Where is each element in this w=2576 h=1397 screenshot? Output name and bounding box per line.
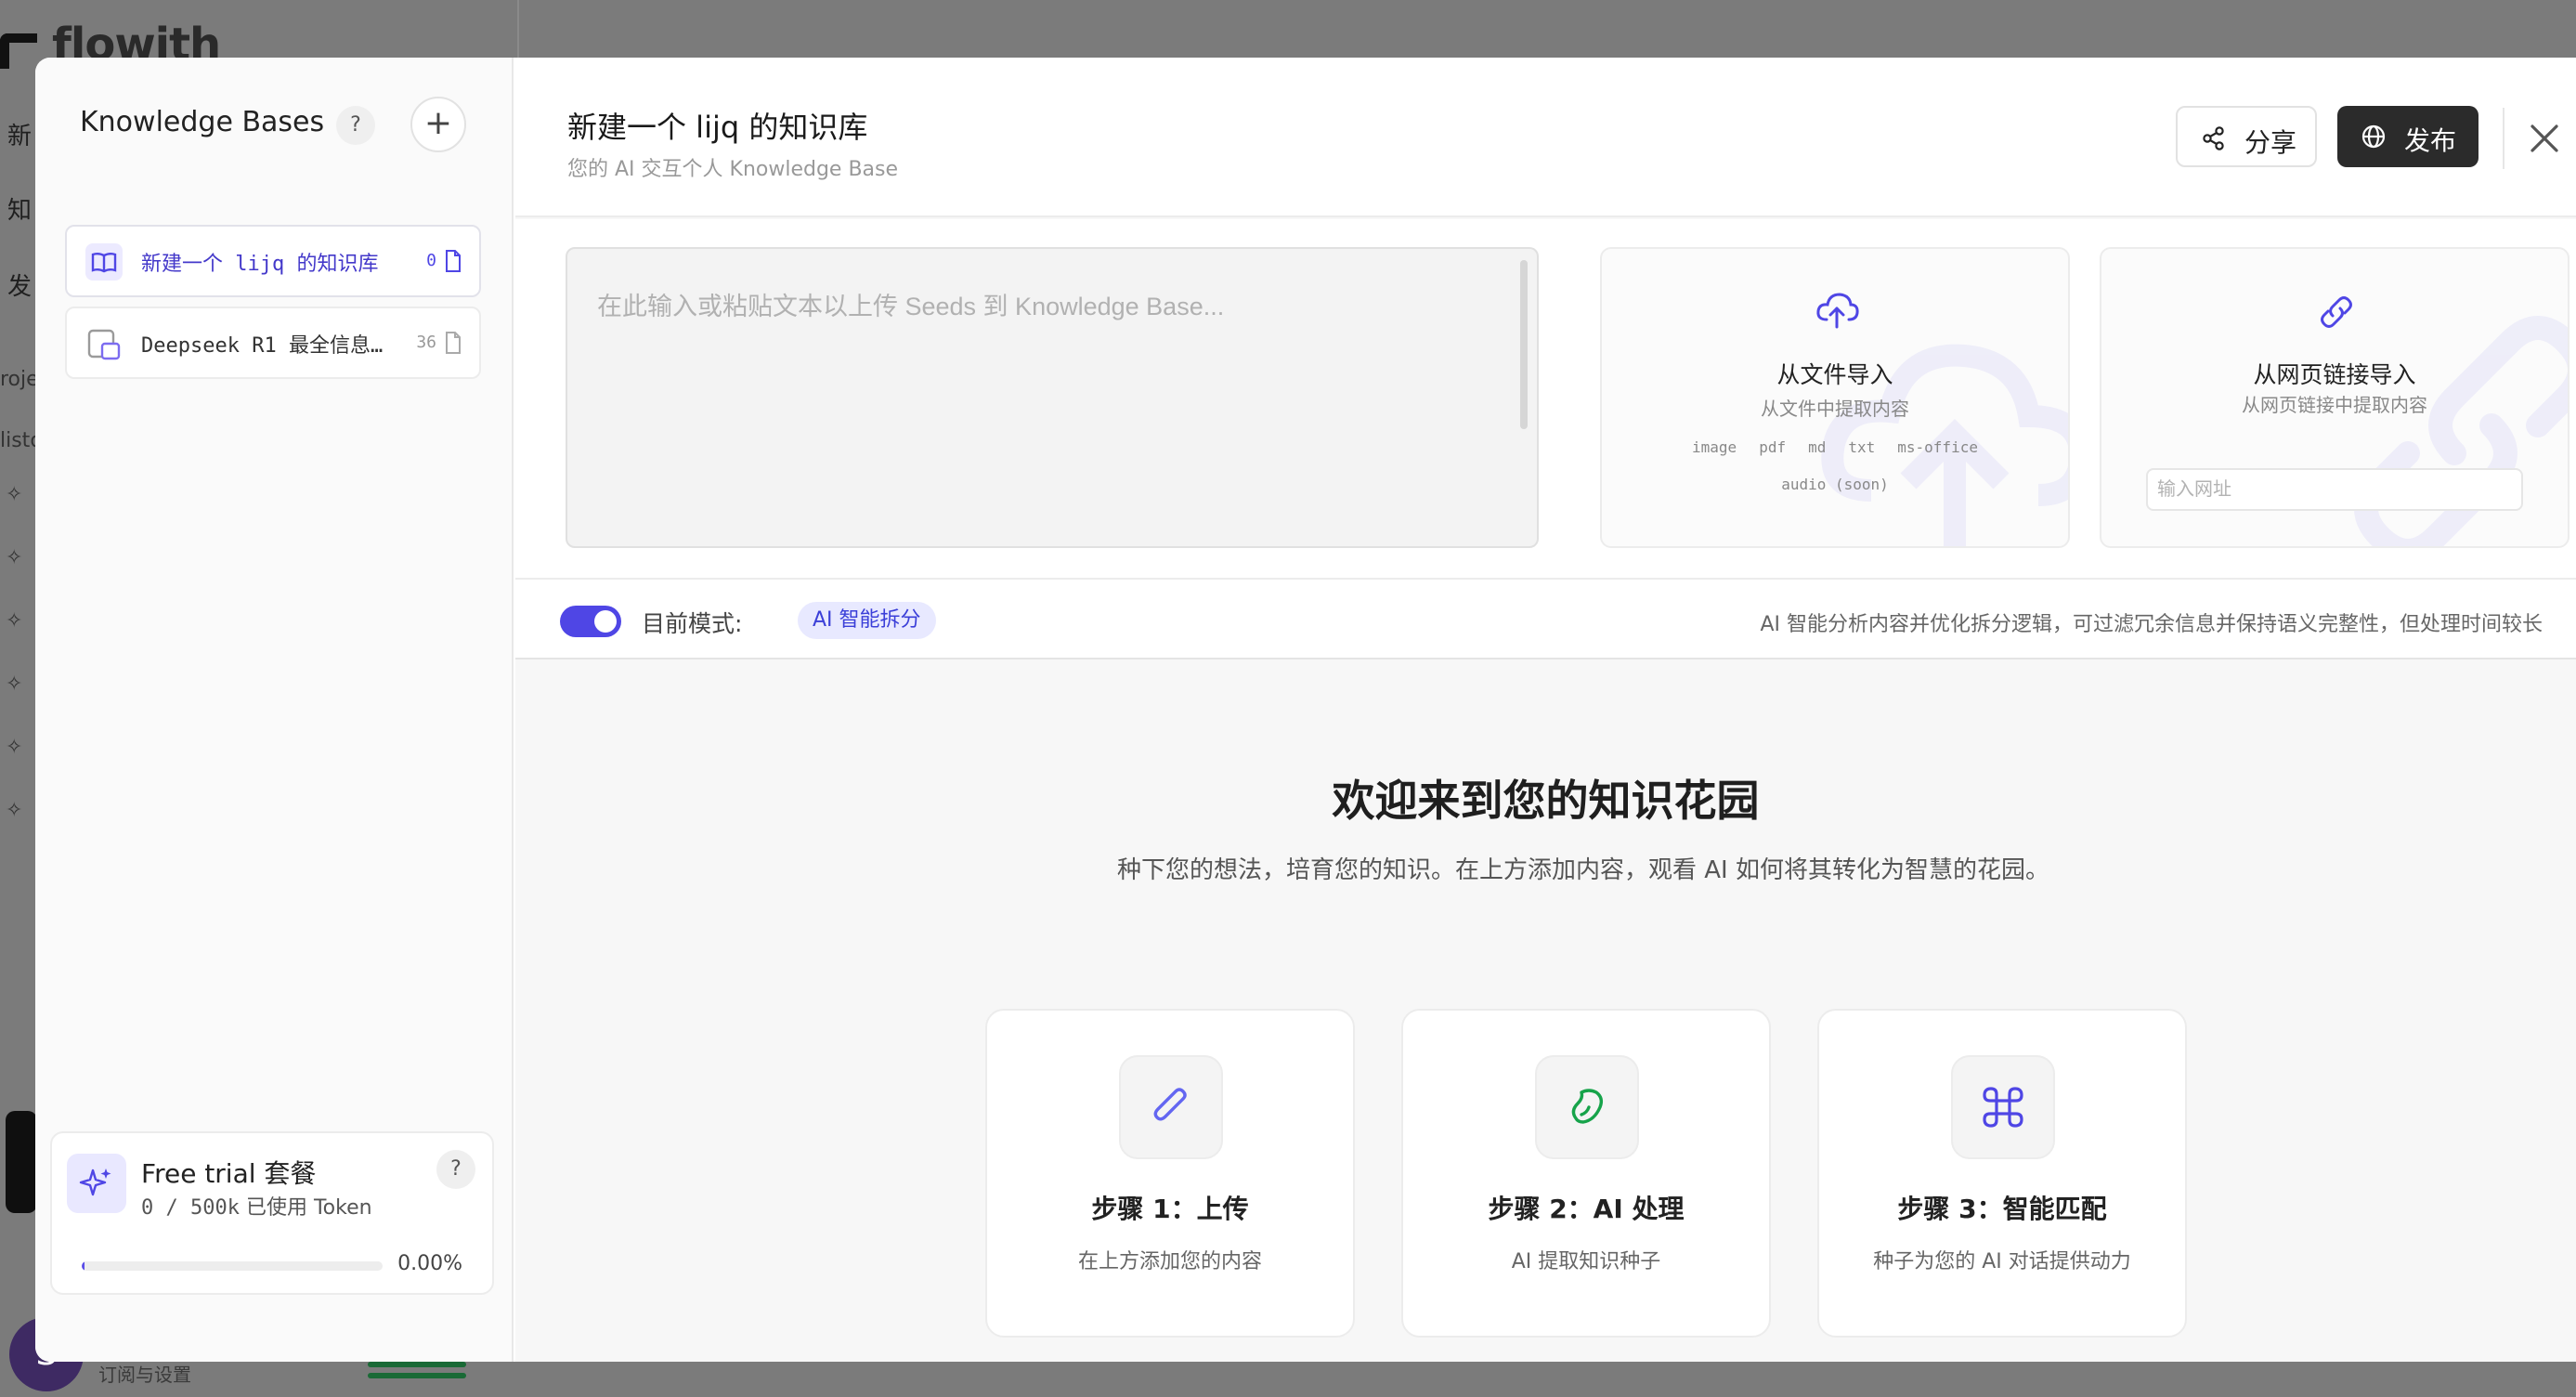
- file-format: pdf: [1759, 438, 1787, 456]
- header-divider: [2503, 108, 2504, 169]
- step-card-ai-processing: 步骤 2：AI 处理 AI 提取知识种子: [1401, 1009, 1771, 1338]
- sparkle-icon: ✧: [6, 546, 23, 569]
- close-icon[interactable]: [2521, 115, 2568, 162]
- page-title: 新建一个 lijq 的知识库: [567, 110, 868, 145]
- mode-bar: 目前模式: AI 智能拆分 AI 智能分析内容并优化拆分逻辑，可过滤冗余信息并保…: [515, 578, 2576, 659]
- kb-list-item[interactable]: 新建一个 lijq 的知识库 0: [65, 225, 481, 297]
- sparkle-icon: [67, 1154, 126, 1213]
- kb-item-name: 新建一个 lijq 的知识库: [141, 253, 379, 276]
- plan-title: Free trial 套餐: [141, 1158, 317, 1189]
- background-nav-item: 知: [7, 197, 33, 225]
- file-import-subtitle: 从文件中提取内容: [1761, 398, 1909, 420]
- file-import-title: 从文件导入: [1776, 361, 1893, 388]
- url-import-subtitle: 从网页链接中提取内容: [2242, 394, 2427, 416]
- usage-percent: 0.00%: [397, 1252, 462, 1275]
- token-usage: 0 / 500k 已使用 Token: [141, 1191, 372, 1221]
- file-format-list: image pdf md txt ms-office: [1602, 438, 2068, 456]
- book-open-icon: [85, 243, 123, 281]
- mode-toggle[interactable]: [560, 606, 621, 637]
- document-icon: [444, 331, 462, 355]
- file-format-soon: audio (soon): [1781, 476, 1889, 493]
- kb-item-count: 0: [426, 251, 436, 270]
- sidebar-title: Knowledge Bases: [80, 106, 325, 138]
- background-section-label: roje: [0, 368, 39, 391]
- cloud-upload-icon: [1814, 290, 1860, 331]
- usage-progress-bar: [82, 1261, 383, 1271]
- paperclip-icon: [1119, 1055, 1223, 1159]
- kb-item-count: 36: [416, 333, 436, 352]
- cloud-upload-watermark-icon: [1821, 344, 2068, 546]
- mode-label: 目前模式:: [642, 610, 743, 637]
- document-icon: [444, 249, 462, 273]
- sparkle-icon: ✧: [6, 736, 23, 759]
- share-icon: [2200, 124, 2228, 152]
- step-description: 在上方添加您的内容: [1077, 1250, 1262, 1273]
- step-description: AI 提取知识种子: [1511, 1250, 1661, 1273]
- kb-item-name: Deepseek R1 最全信息汇总: [141, 334, 390, 358]
- file-import-card[interactable]: 从文件导入 从文件中提取内容 image pdf md txt ms-office au…: [1600, 247, 2070, 548]
- kb-item-icon: [85, 325, 123, 362]
- sparkle-icon: ✧: [6, 672, 23, 696]
- mode-description: AI 智能分析内容并优化拆分逻辑，可过滤冗余信息并保持语义完整性，但处理时间较长: [1760, 613, 2543, 636]
- usage-progress-fill: [82, 1261, 85, 1271]
- file-format: md: [1808, 438, 1827, 456]
- sparkle-icon: ✧: [6, 483, 23, 506]
- help-icon[interactable]: ?: [336, 106, 375, 145]
- file-format: image: [1692, 438, 1737, 456]
- textarea-scrollbar[interactable]: [1520, 260, 1528, 429]
- token-usage-value: 0 / 500k: [141, 1196, 240, 1220]
- background-footer-text: 订阅与设置: [98, 1364, 191, 1386]
- sparkle-icon: ✧: [6, 799, 23, 822]
- url-input[interactable]: [2146, 468, 2523, 511]
- step-title: 步骤 2：AI 处理: [1488, 1194, 1685, 1224]
- link-icon: [2313, 292, 2360, 333]
- add-kb-button[interactable]: +: [410, 97, 466, 152]
- token-usage-suffix: 已使用 Token: [239, 1196, 372, 1220]
- kb-list-item[interactable]: Deepseek R1 最全信息汇总 36: [65, 307, 481, 379]
- background-panel: [6, 1111, 37, 1213]
- step-card-smart-match: 步骤 3：智能匹配 种子为您的 AI 对话提供动力: [1817, 1009, 2187, 1338]
- command-icon: [1951, 1055, 2055, 1159]
- globe-icon: [2360, 123, 2387, 150]
- kb-sidebar: Knowledge Bases ? + 新建一个 lijq 的知识库 0 Dee…: [35, 58, 514, 1362]
- file-format: txt: [1848, 438, 1876, 456]
- url-import-card: 从网页链接导入 从网页链接中提取内容: [2100, 247, 2569, 548]
- kb-header: 新建一个 lijq 的知识库 您的 AI 交互个人 Knowledge Base…: [515, 58, 2576, 217]
- share-button[interactable]: 分享: [2176, 106, 2317, 167]
- step-title: 步骤 3：智能匹配: [1897, 1194, 2107, 1224]
- toggle-knob: [594, 610, 617, 633]
- background-bars: [368, 1362, 466, 1384]
- page-subtitle: 您的 AI 交互个人 Knowledge Base: [567, 158, 899, 181]
- background-divider: [517, 0, 519, 58]
- content-input-zone: 从文件导入 从文件中提取内容 image pdf md txt ms-office au…: [515, 219, 2576, 633]
- sparkle-icon: ✧: [6, 609, 23, 633]
- seed-text-input[interactable]: [566, 247, 1539, 548]
- background-nav-item: 新: [7, 123, 33, 150]
- publish-button[interactable]: 发布: [2337, 106, 2478, 167]
- link-watermark-icon: [2354, 316, 2568, 546]
- step-description: 种子为您的 AI 对话提供动力: [1873, 1250, 2131, 1273]
- welcome-subtitle: 种下您的想法，培育您的知识。在上方添加内容，观看 AI 如何将其转化为智慧的花园…: [1117, 856, 2049, 884]
- knowledge-base-modal: Knowledge Bases ? + 新建一个 lijq 的知识库 0 Dee…: [35, 58, 2576, 1362]
- step-title: 步骤 1：上传: [1091, 1194, 1249, 1224]
- welcome-title: 欢迎来到您的知识花园: [1332, 776, 1760, 826]
- url-import-title: 从网页链接导入: [2253, 361, 2416, 388]
- share-label: 分享: [2244, 127, 2297, 158]
- step-card-upload: 步骤 1：上传 在上方添加您的内容: [985, 1009, 1355, 1338]
- background-nav-item: 发: [7, 273, 33, 301]
- plan-usage-card: Free trial 套餐 ? 0 / 500k 已使用 Token 0.00%: [50, 1131, 494, 1295]
- help-icon[interactable]: ?: [436, 1150, 475, 1189]
- seed-icon: [1535, 1055, 1639, 1159]
- file-format: ms-office: [1897, 438, 1978, 456]
- mode-badge: AI 智能拆分: [798, 602, 936, 639]
- publish-label: 发布: [2404, 125, 2457, 156]
- kb-main: 新建一个 lijq 的知识库 您的 AI 交互个人 Knowledge Base…: [515, 58, 2576, 1362]
- app-logo-icon: [0, 33, 37, 69]
